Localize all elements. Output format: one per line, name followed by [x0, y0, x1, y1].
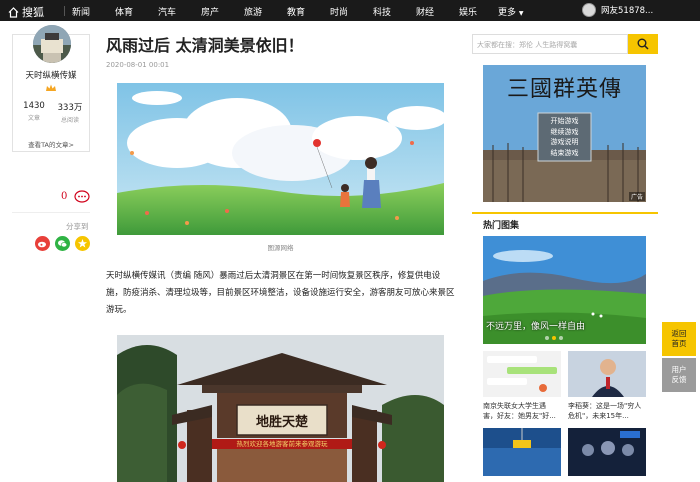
ad-menu-item: 继续游戏 [550, 127, 579, 136]
back-to-home-button[interactable]: 返回 首页 [662, 322, 696, 356]
divider [12, 212, 90, 213]
article-image-anime-meadow [117, 83, 444, 235]
caption-line: 南京失联女大学生遇 [483, 402, 546, 410]
reads-count: 333万 [57, 103, 83, 113]
top-navigation-bar: 搜狐 新闻 体育 汽车 房产 旅游 教育 时尚 科技 财经 娱乐 更多 ▼ 网友… [0, 0, 700, 21]
nav-tech[interactable]: 科技 [373, 5, 391, 18]
crown-icon [46, 84, 56, 91]
button-label: 反馈 [671, 375, 687, 384]
hot-thumb-2[interactable] [568, 351, 646, 397]
chat-screenshot-image [483, 351, 561, 397]
feedback-button[interactable]: 用户 反馈 [662, 358, 696, 392]
article-paragraph: 天时纵横传媒讯（责编 随风）暴雨过后太清洞景区在第一时间恢复景区秩序，修复供电设… [106, 271, 455, 315]
user-avatar [582, 3, 596, 17]
view-author-articles-link[interactable]: 查看TA的文章> [13, 139, 89, 149]
user-name: 网友51878... [601, 6, 654, 16]
author-avatar[interactable] [33, 25, 71, 63]
nav-travel[interactable]: 旅游 [244, 5, 262, 18]
author-card: 天时纵横传媒 1430 文章 333万 总阅读 查看TA的文章> [12, 25, 90, 152]
qzone-share-icon[interactable] [75, 236, 90, 251]
comment-count[interactable]: 0 [61, 191, 67, 202]
carousel-dot-active[interactable] [552, 336, 556, 340]
comment-icon[interactable] [74, 190, 90, 204]
caption-line: 李稻葵：这是一场"穷人 [568, 402, 642, 410]
gate-sign-text: 地胜天楚 [255, 415, 308, 430]
reads-stat: 333万 总阅读 [53, 101, 87, 124]
section-divider [472, 212, 658, 214]
nav-news[interactable]: 新闻 [72, 5, 90, 18]
search-icon [637, 38, 649, 50]
hot-thumb-1[interactable] [483, 351, 561, 397]
gate-banner-text: 热烈欢迎各地游客前来参观游玩 [236, 440, 328, 448]
hot-gallery-main-image[interactable]: 不远万里，像风一样自由 [483, 236, 646, 344]
game-advertisement[interactable]: 三國群英傳 开始游戏 继续游戏 游戏说明 结束游戏 广告 [483, 65, 646, 202]
movie-poster-image [568, 428, 646, 476]
hot-thumb-2-caption[interactable]: 李稻葵：这是一场"穷人 危机"，未来15年... [568, 401, 648, 421]
carousel-dot[interactable] [559, 336, 563, 340]
nav-divider [64, 6, 65, 16]
ad-tag: 广告 [628, 192, 645, 201]
article-image-scenic-gate: 地胜天楚 热烈欢迎各地游客前来参观游玩 [117, 335, 444, 482]
hot-gallery-caption: 不远万里，像风一样自由 [486, 322, 586, 332]
ad-menu-item: 游戏说明 [550, 138, 579, 146]
button-label: 首页 [671, 339, 687, 348]
nav-entertainment[interactable]: 娱乐 [459, 5, 477, 18]
user-menu[interactable]: 网友51878... [582, 3, 653, 17]
chevron-down-icon: ▼ [518, 10, 524, 17]
ocean-device-image [483, 428, 561, 476]
hot-gallery-title: 热门图集 [483, 221, 520, 231]
nav-auto[interactable]: 汽车 [158, 5, 176, 18]
search-button[interactable] [628, 34, 658, 54]
nav-education[interactable]: 教育 [287, 5, 305, 18]
nav-house[interactable]: 房产 [201, 5, 219, 18]
articles-stat: 1430 文章 [17, 101, 51, 122]
share-label: 分享到 [66, 222, 89, 231]
sohu-logo[interactable]: 搜狐 [8, 4, 44, 20]
avatar-image [33, 25, 71, 63]
nav-more[interactable]: 更多 ▼ [498, 5, 524, 18]
caption-line: 危机"，未来15年... [568, 412, 629, 420]
button-label: 用户 [671, 365, 687, 374]
nav-sports[interactable]: 体育 [115, 5, 133, 18]
article-title: 风雨过后 太清洞美景依旧！ [106, 36, 304, 55]
caption-line: 害，好友：她男友"好... [483, 412, 556, 420]
ad-menu-item: 结束游戏 [550, 148, 579, 157]
search-input[interactable]: 大家都在搜：郑伦 人生路得窝囊 [472, 34, 628, 54]
carousel-dot[interactable] [545, 336, 549, 340]
hot-thumb-3[interactable] [483, 428, 561, 476]
hot-thumb-1-caption[interactable]: 南京失联女大学生遇 害，好友：她男友"好... [483, 401, 563, 421]
ad-menu: 开始游戏 继续游戏 游戏说明 结束游戏 [538, 116, 591, 158]
articles-count: 1430 [23, 101, 45, 111]
nav-fashion[interactable]: 时尚 [330, 5, 348, 18]
author-name[interactable]: 天时纵横传媒 [13, 69, 89, 81]
ad-game-title: 三國群英傳 [506, 77, 622, 102]
home-icon [8, 6, 19, 18]
article-date: 2020-08-01 00:01 [106, 61, 170, 69]
ad-menu-item: 开始游戏 [550, 117, 579, 125]
image-caption: 图源网络 [267, 244, 294, 252]
carousel-dots[interactable] [545, 336, 563, 340]
weibo-share-icon[interactable] [35, 236, 50, 251]
wechat-share-icon[interactable] [55, 236, 70, 251]
reads-label: 总阅读 [60, 117, 79, 124]
hot-thumb-4[interactable] [568, 428, 646, 476]
button-label: 返回 [671, 329, 687, 338]
nav-finance[interactable]: 财经 [416, 5, 434, 18]
logo-text: 搜狐 [22, 6, 44, 19]
speaker-image [568, 351, 646, 397]
articles-label: 文章 [27, 115, 40, 122]
nav-more-label: 更多 [498, 8, 517, 18]
